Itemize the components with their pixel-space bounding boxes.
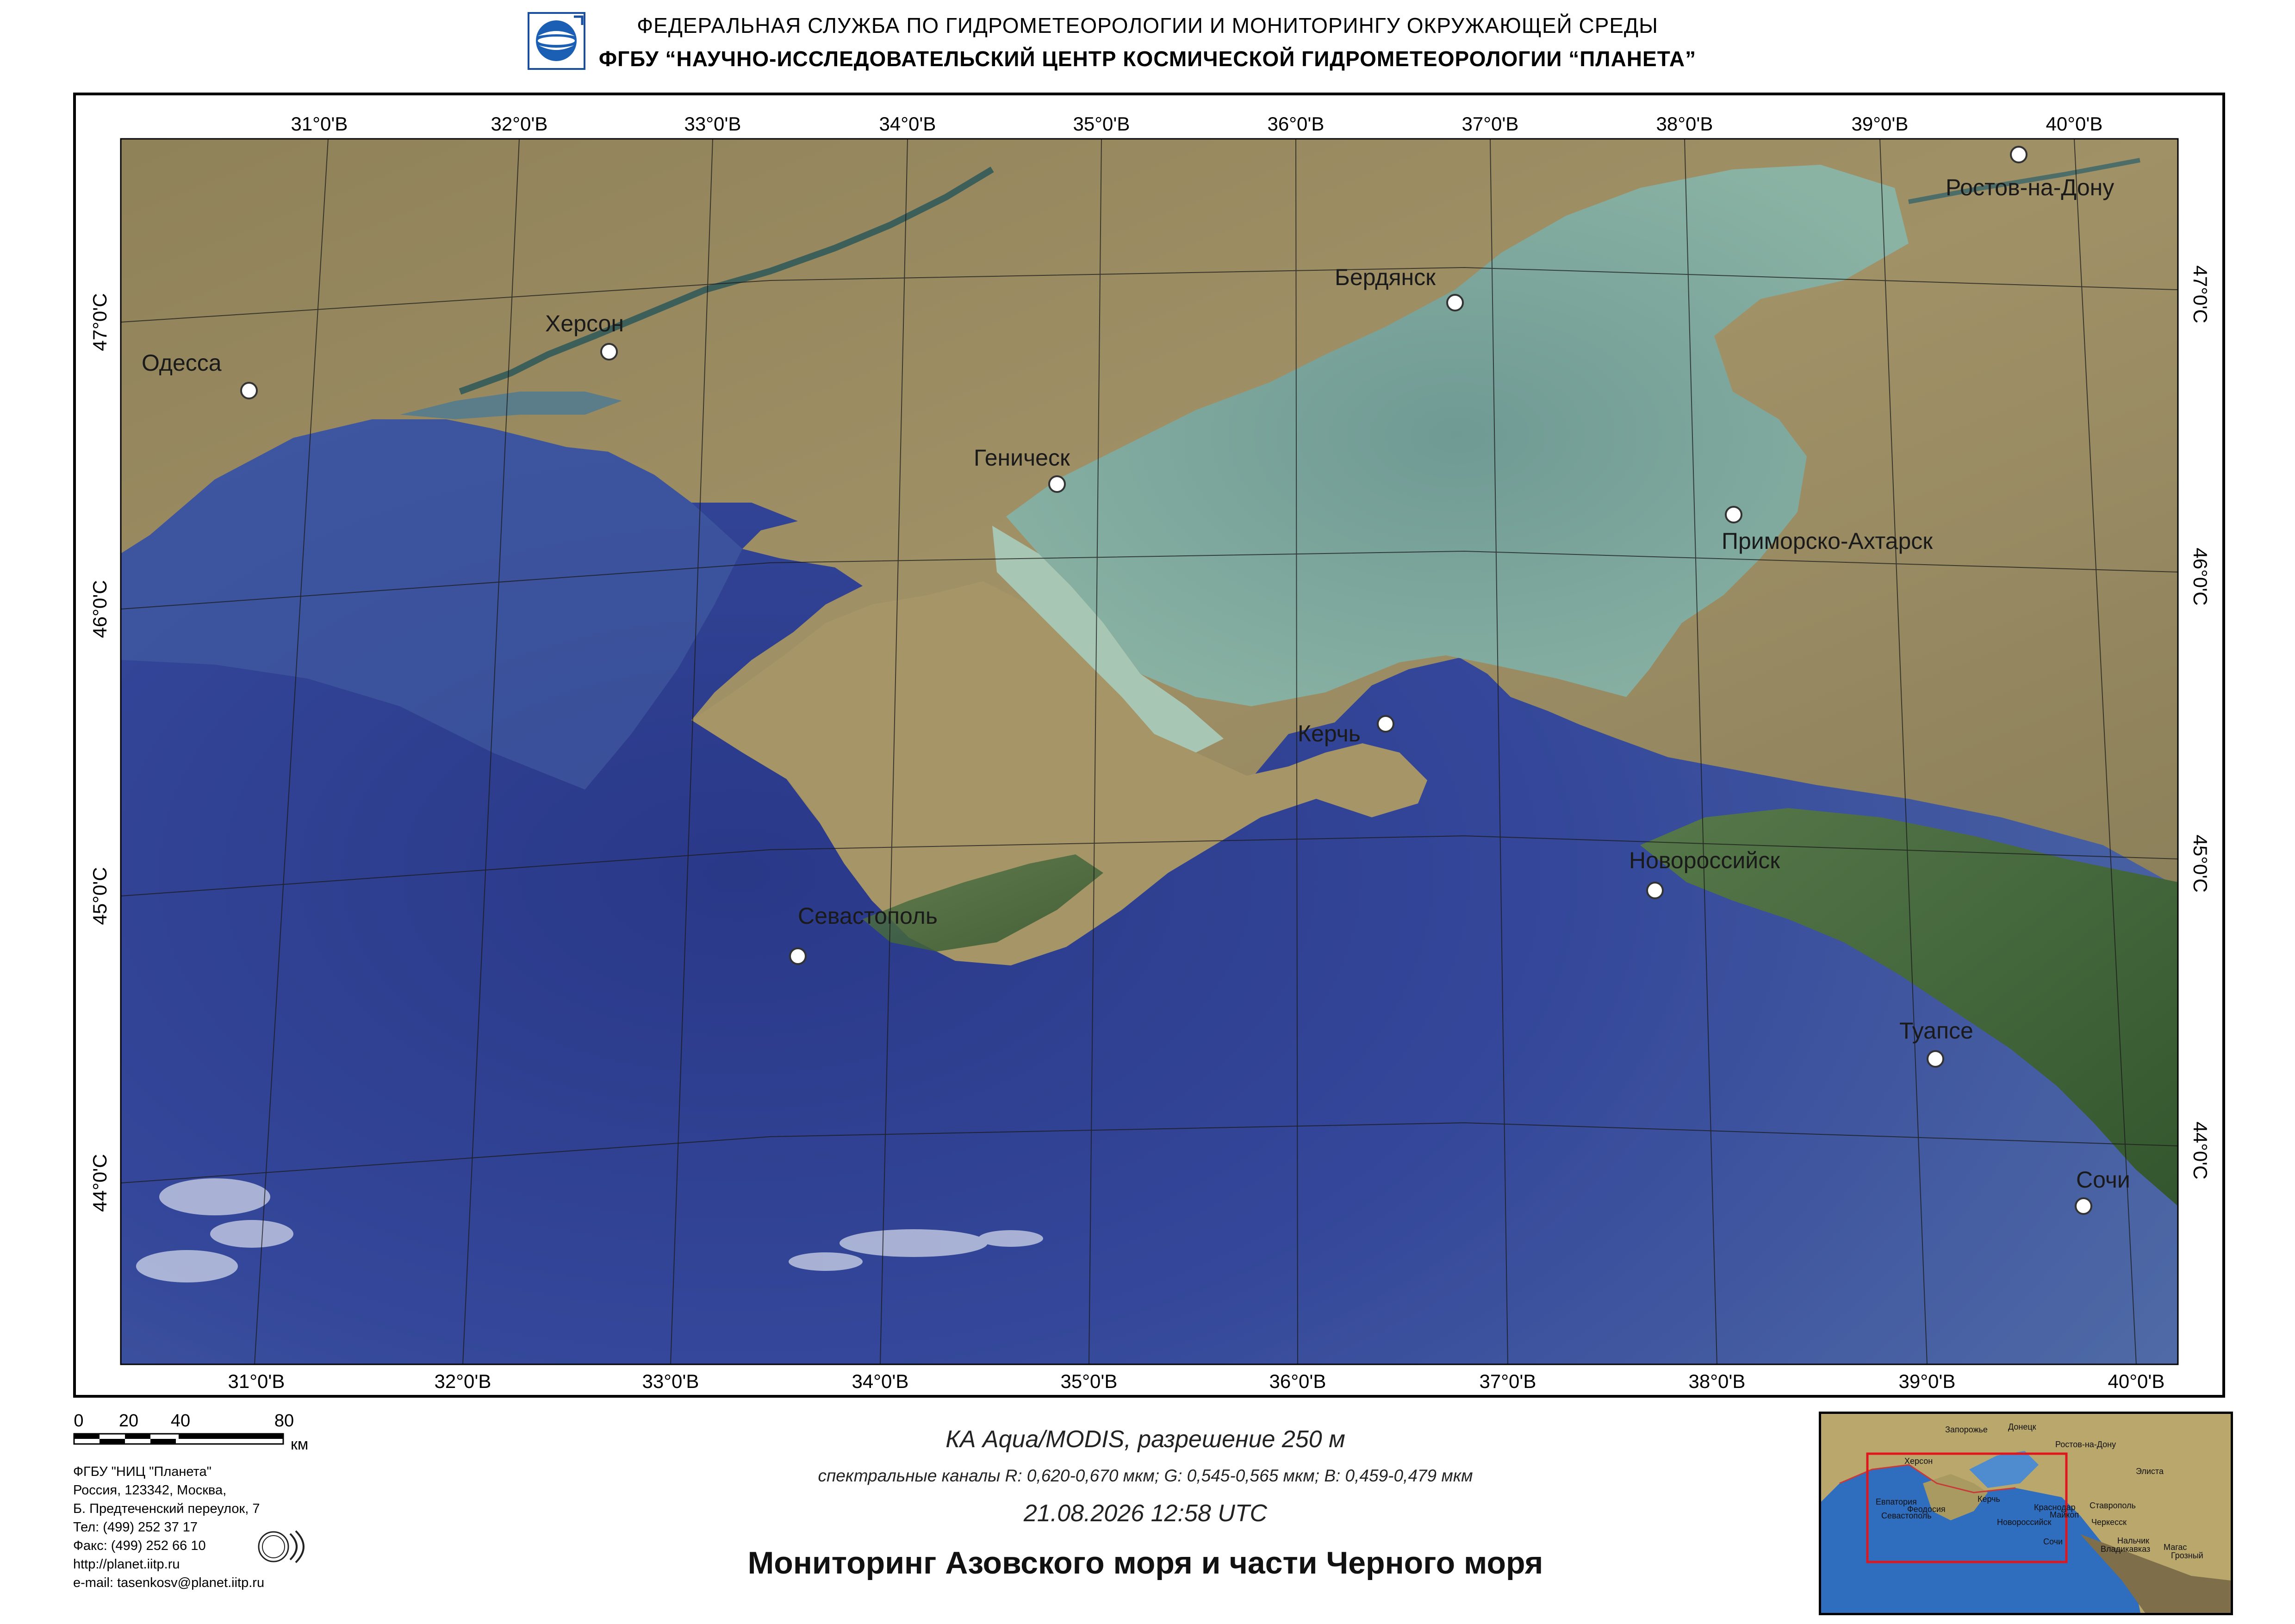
inset-label-novorossiysk: Новороссийск [1997,1518,2052,1527]
lon-top-34: 34°0'В [879,113,936,135]
org-line-website[interactable]: http://planet.iitp.ru [73,1555,397,1574]
channels-caption: спектральные каналы R: 0,620-0,670 мкм; … [818,1466,1473,1485]
scale-tick-40: 40 [171,1411,190,1431]
city-marker-tuapse[interactable] [1927,1050,1944,1068]
satellite-map[interactable]: 31°0'В 32°0'В 33°0'В 34°0'В 35°0'В 36°0'… [76,95,2222,1395]
longitude-labels-top: 31°0'В 32°0'В 33°0'В 34°0'В 35°0'В 36°0'… [291,113,2103,135]
org-line-name: ФГБУ "НИЦ "Планета" [73,1464,211,1479]
lon-top-38: 38°0'В [1656,113,1713,135]
lon-top-40: 40°0'В [2046,113,2103,135]
inset-label-zaporozhye: Запорожье [1945,1425,1988,1434]
inset-label-vladikavkaz: Владикавказ [2101,1544,2150,1554]
city-label-berdyansk: Бердянск [1335,264,1436,290]
lat-right-47: 47°0'С [2189,265,2211,323]
city-label-odessa: Одесса [142,350,222,376]
city-marker-novorossiysk[interactable] [1646,882,1664,899]
org-line-phone: Тел: (499) 252 37 17 [73,1520,198,1535]
city-marker-odessa[interactable] [240,382,258,399]
datetime-caption: 21.08.2026 12:58 UTC [1023,1500,1268,1527]
inset-label-rostov: Ростов-на-Дону [2055,1440,2116,1449]
lon-bottom-35: 35°0'В [1061,1370,1118,1392]
city-label-rostov: Ростов-на-Дону [1946,174,2114,200]
city-label-sevastopol: Севастополь [798,903,938,929]
map-frame: 31°0'В 32°0'В 33°0'В 34°0'В 35°0'В 36°0'… [73,93,2225,1398]
inset-label-donetsk: Донецк [2008,1422,2036,1431]
inset-label-maikop: Майкоп [2050,1510,2079,1519]
lon-bottom-34: 34°0'В [852,1370,909,1392]
inset-svg: Запорожье Донецк Ростов-на-Дону Херсон Э… [1821,1414,2231,1613]
scale-unit: км [291,1436,308,1453]
inset-label-stavropol: Ставрополь [2090,1501,2136,1510]
inset-label-grozny: Грозный [2171,1551,2203,1560]
city-label-novorossiysk: Новороссийск [1629,847,1780,873]
lat-left-45: 45°0'С [89,867,111,925]
scale-bar: 0 20 40 80 км [73,1411,308,1453]
lon-top-36: 36°0'В [1268,113,1325,135]
latitude-labels-left: 47°0'С 46°0'С 45°0'С 44°0'С [89,293,111,1212]
inset-label-nalchik: Нальчик [2117,1536,2149,1545]
center-name: ФГБУ “НАУЧНО-ИССЛЕДОВАТЕЛЬСКИЙ ЦЕНТР КОС… [598,47,1697,71]
lon-bottom-37: 37°0'В [1480,1370,1536,1392]
city-marker-genichesk[interactable] [1048,475,1066,493]
city-marker-sochi[interactable] [2075,1197,2092,1215]
inset-label-sevastopol: Севастополь [1881,1511,1932,1520]
lat-right-45: 45°0'С [2189,834,2211,892]
lon-top-35: 35°0'В [1073,113,1130,135]
lon-bottom-32: 32°0'В [435,1370,491,1392]
lon-bottom-36: 36°0'В [1269,1370,1326,1392]
city-label-tuapse: Туапсе [1899,1018,1973,1044]
inset-label-kherson: Херсон [1904,1456,1933,1466]
city-label-genichesk: Геническ [974,445,1070,471]
satellite-caption: КА Aqua/MODIS, разрешение 250 м [945,1426,1345,1453]
lat-left-47: 47°0'С [89,293,111,351]
organization-info: ФГБУ "НИЦ "Планета" Россия, 123342, Моск… [73,1462,397,1592]
scale-tick-0: 0 [74,1411,83,1431]
overview-inset-map[interactable]: Запорожье Донецк Ростов-на-Дону Херсон Э… [1819,1412,2233,1615]
agency-name: ФЕДЕРАЛЬНАЯ СЛУЖБА ПО ГИДРОМЕТЕОРОЛОГИИ … [637,13,1658,37]
lat-left-44: 44°0'С [89,1154,111,1212]
org-line-street: Б. Предтеченский переулок, 7 [73,1501,260,1516]
lon-bottom-40: 40°0'В [2108,1370,2165,1392]
org-line-email[interactable]: e-mail: tasenkosv@planet.iitp.ru [73,1574,397,1592]
lon-bottom-38: 38°0'В [1689,1370,1746,1392]
lon-top-32: 32°0'В [491,113,548,135]
longitude-labels-bottom: 31°0'В 32°0'В 33°0'В 34°0'В 35°0'В 36°0'… [228,1370,2165,1392]
inset-label-elista: Элиста [2136,1467,2164,1476]
city-label-kherson: Херсон [545,311,624,336]
city-marker-kherson[interactable] [600,343,618,361]
satellite-image [120,138,2179,1365]
inset-label-magas: Магас [2164,1543,2187,1552]
lon-bottom-31: 31°0'В [228,1370,285,1392]
city-marker-kerch[interactable] [1377,715,1394,733]
scale-tick-20: 20 [119,1411,138,1431]
scale-tick-80: 80 [274,1411,294,1431]
lon-top-37: 37°0'В [1462,113,1519,135]
lat-right-44: 44°0'С [2189,1121,2211,1179]
lon-top-33: 33°0'В [684,113,741,135]
lat-right-46: 46°0'С [2189,548,2211,605]
city-marker-primorsko[interactable] [1725,506,1742,523]
lon-top-31: 31°0'В [291,113,348,135]
lat-left-46: 46°0'С [89,580,111,638]
city-marker-rostov[interactable] [2010,146,2028,163]
inset-label-sochi: Сочи [2043,1537,2063,1546]
city-label-kerch: Керчь [1298,721,1361,747]
city-label-primorsko: Приморско-Ахтарск [1722,528,1933,554]
map-title: Мониторинг Азовского моря и части Черног… [747,1545,1543,1580]
iso-certification-icon [258,1530,305,1563]
lon-bottom-33: 33°0'В [642,1370,699,1392]
city-marker-sevastopol[interactable] [789,947,807,965]
org-line-fax: Факс: (499) 252 66 10 [73,1538,206,1553]
lon-top-39: 39°0'В [1852,113,1909,135]
city-marker-berdyansk[interactable] [1446,294,1464,311]
city-label-sochi: Сочи [2076,1167,2130,1193]
lon-bottom-39: 39°0'В [1899,1370,1956,1392]
latitude-labels-right: 47°0'С 46°0'С 45°0'С 44°0'С [2189,265,2211,1179]
org-line-country: Россия, 123342, Москва, [73,1483,227,1498]
inset-label-cherkessk: Черкесск [2091,1518,2127,1527]
inset-label-kerch: Керчь [1978,1494,2000,1504]
